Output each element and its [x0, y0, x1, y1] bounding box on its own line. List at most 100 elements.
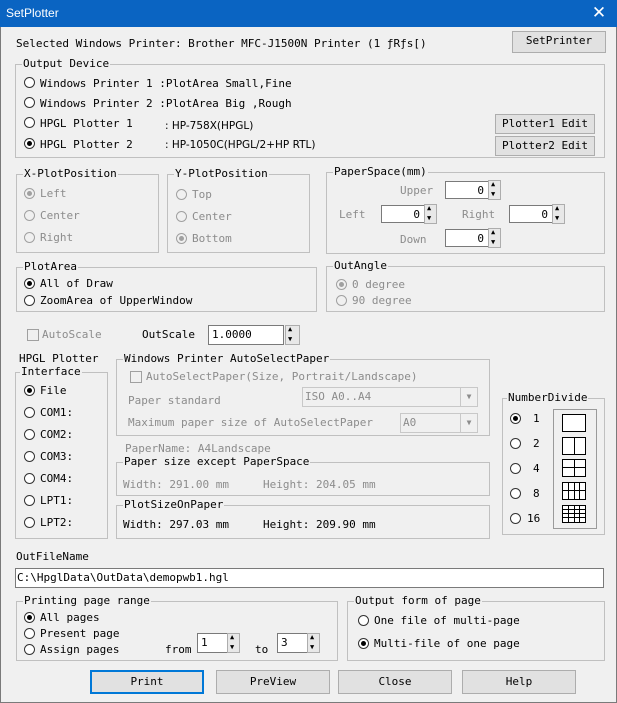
y-plot-position-legend: Y-PlotPosition: [174, 167, 269, 180]
divide-2-label: 2: [533, 437, 540, 450]
radio-com1[interactable]: [24, 407, 35, 418]
y-center-label: Center: [192, 210, 232, 223]
right-input[interactable]: 0: [509, 205, 553, 223]
x-right-label: Right: [40, 231, 74, 244]
radio-all-of-draw[interactable]: [24, 278, 35, 289]
divide-1-icon: [562, 414, 586, 432]
to-page-input[interactable]: 3: [277, 633, 309, 653]
radio-hpgl-plotter-1[interactable]: [24, 117, 35, 128]
paper-standard-label: Paper standard: [128, 394, 221, 407]
radio-y-bottom[interactable]: [176, 233, 187, 244]
title-bar: SetPlotter ✕: [0, 0, 617, 27]
out-scale-spinner[interactable]: [285, 325, 300, 345]
out-scale-label: OutScale: [142, 328, 195, 341]
page-range-legend: Printing page range: [23, 594, 151, 607]
out-scale-input[interactable]: 1.0000: [208, 325, 284, 345]
radio-lpt2[interactable]: [24, 517, 35, 528]
radio-90-degree[interactable]: [336, 295, 347, 306]
x-left-label: Left: [40, 187, 67, 200]
com1-label: COM1:: [40, 406, 74, 419]
left-spinner[interactable]: [424, 204, 437, 224]
windows-printer-1-label: Windows Printer 1 :PlotArea Small,Fine: [40, 77, 292, 90]
preview-button[interactable]: PreView: [216, 670, 330, 694]
from-page-input[interactable]: 1: [197, 633, 229, 653]
radio-all-pages[interactable]: [24, 612, 35, 623]
close-button[interactable]: Close: [338, 670, 452, 694]
radio-divide-2[interactable]: [510, 438, 521, 449]
out-file-name-input[interactable]: C:\HpglData\OutData\demopwb1.hgl: [15, 568, 604, 588]
max-paper-size-value: A0: [403, 416, 417, 429]
y-top-label: Top: [192, 188, 212, 201]
hpgl-plotter-1-label: HPGL Plotter 1: [40, 117, 133, 130]
output-form-legend: Output form of page: [354, 594, 482, 607]
window-title: SetPlotter: [6, 6, 59, 20]
down-spinner[interactable]: [488, 228, 501, 248]
present-page-label: Present page: [40, 627, 120, 640]
paper-except-legend: Paper size except PaperSpace: [123, 455, 311, 468]
radio-hpgl-plotter-2[interactable]: [24, 138, 35, 149]
hpgl-interface-legend-1: HPGL Plotter: [19, 352, 99, 365]
down-input[interactable]: 0: [445, 229, 489, 247]
multi-file-one-page-label: Multi-file of one page: [374, 637, 520, 650]
autoscale-checkbox[interactable]: [27, 329, 39, 341]
upper-input[interactable]: 0: [445, 181, 489, 199]
radio-present-page[interactable]: [24, 628, 35, 639]
radio-file[interactable]: [24, 385, 35, 396]
chevron-down-icon: ▼: [460, 414, 477, 432]
plotter1-edit-button[interactable]: Plotter1 Edit: [495, 114, 595, 134]
radio-x-left[interactable]: [24, 188, 35, 199]
radio-assign-pages[interactable]: [24, 644, 35, 655]
max-paper-size-select[interactable]: A0 ▼: [400, 413, 478, 433]
y-bottom-label: Bottom: [192, 232, 232, 245]
out-angle-legend: OutAngle: [333, 259, 388, 272]
com4-label: COM4:: [40, 472, 74, 485]
autoscale-label: AutoScale: [42, 328, 102, 341]
radio-com3[interactable]: [24, 451, 35, 462]
radio-divide-8[interactable]: [510, 488, 521, 499]
radio-divide-1[interactable]: [510, 413, 521, 424]
radio-y-center[interactable]: [176, 211, 187, 222]
auto-select-paper-checkbox[interactable]: [130, 371, 142, 383]
radio-com4[interactable]: [24, 473, 35, 484]
left-input[interactable]: 0: [381, 205, 425, 223]
radio-x-right[interactable]: [24, 232, 35, 243]
radio-lpt1[interactable]: [24, 495, 35, 506]
plot-area-legend: PlotArea: [23, 260, 78, 273]
hpgl-interface-legend-2: Interface: [20, 365, 82, 378]
radio-one-file-multi-page[interactable]: [358, 615, 369, 626]
radio-divide-4[interactable]: [510, 463, 521, 474]
radio-com2[interactable]: [24, 429, 35, 440]
set-printer-button[interactable]: SetPrinter: [512, 31, 606, 53]
paper-space-legend: PaperSpace(mm): [333, 165, 428, 178]
file-label: File: [40, 384, 67, 397]
radio-y-top[interactable]: [176, 189, 187, 200]
paper-except-width: Width: 291.00 mm: [123, 478, 229, 491]
from-page-spinner[interactable]: [227, 633, 240, 653]
to-page-spinner[interactable]: [307, 633, 320, 653]
lpt1-label: LPT1:: [40, 494, 74, 507]
divide-4-label: 4: [533, 462, 540, 475]
radio-windows-printer-2[interactable]: [24, 97, 35, 108]
plotter2-edit-button[interactable]: Plotter2 Edit: [495, 136, 595, 156]
radio-windows-printer-1[interactable]: [24, 77, 35, 88]
help-button[interactable]: Help: [462, 670, 576, 694]
right-spinner[interactable]: [552, 204, 565, 224]
radio-0-degree[interactable]: [336, 279, 347, 290]
print-button[interactable]: Print: [90, 670, 204, 694]
radio-multi-file-one-page[interactable]: [358, 638, 369, 649]
output-device-legend: Output Device: [22, 57, 111, 70]
close-icon[interactable]: ✕: [581, 0, 617, 27]
paper-standard-select[interactable]: ISO A0..A4 ▼: [302, 387, 478, 407]
radio-x-center[interactable]: [24, 210, 35, 221]
radio-divide-16[interactable]: [510, 513, 521, 524]
auto-select-paper-label: AutoSelectPaper(Size, Portrait/Landscape…: [146, 370, 418, 383]
radio-zoom-area[interactable]: [24, 295, 35, 306]
divide-2-icon: [562, 437, 586, 455]
x-plot-position-group: X-PlotPosition: [16, 167, 159, 253]
divide-1-label: 1: [533, 412, 540, 425]
number-divide-legend: NumberDivide: [507, 391, 589, 404]
upper-spinner[interactable]: [488, 180, 501, 200]
left-label: Left: [339, 208, 366, 221]
all-pages-label: All pages: [40, 611, 100, 624]
out-file-name-label: OutFileName: [16, 550, 89, 563]
